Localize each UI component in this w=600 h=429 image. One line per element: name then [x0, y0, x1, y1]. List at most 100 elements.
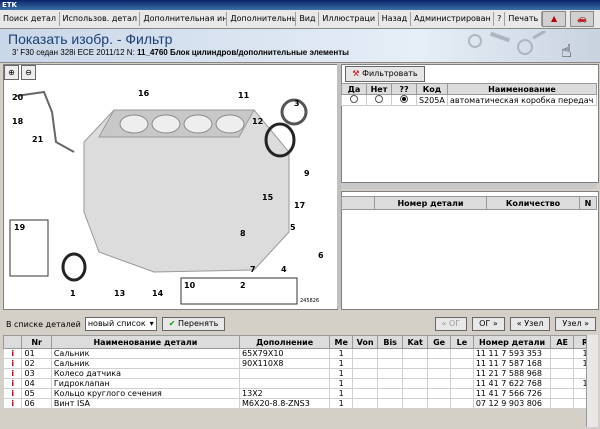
table-row[interactable]: i 02 Сальник 90X110X8 1 11 11 7 587 168 …	[2, 358, 597, 369]
info-icon[interactable]: i	[2, 398, 23, 409]
row-number: 11 41 7 566 726	[472, 388, 552, 399]
filter-code: S205A	[416, 94, 448, 106]
page-title: Показать изобр. - Фильтр	[8, 31, 173, 47]
list-select[interactable]: новый список ▾	[84, 317, 157, 331]
car-icon[interactable]: 🚗	[570, 11, 595, 27]
col-number[interactable]: Номер детали	[472, 335, 552, 349]
zoom-in-icon[interactable]: ⊕	[4, 65, 19, 80]
menu-illustrations[interactable]: Иллюстраци	[319, 12, 379, 26]
page-header: Показать изобр. - Фильтр 3' F30 седан 32…	[0, 29, 600, 63]
info-icon[interactable]: i	[2, 388, 23, 399]
col-n[interactable]: N	[579, 196, 597, 210]
row-nr: 01	[21, 348, 52, 359]
callout-20: 20	[12, 93, 24, 102]
col-quantity[interactable]: Количество	[485, 196, 581, 210]
col-bis[interactable]: Bis	[377, 335, 404, 349]
oil-pipe	[15, 90, 75, 153]
col-supplement[interactable]: Дополнение	[239, 335, 331, 349]
filter-row[interactable]: S205A автоматическая коробка передач	[341, 94, 597, 106]
menu-search-part[interactable]: Поиск детал	[0, 12, 60, 26]
table-row[interactable]: i 01 Сальник 65X79X10 1 11 11 7 593 353 …	[2, 348, 597, 359]
col-no[interactable]: Нет	[366, 83, 392, 95]
menu-admin[interactable]: Администрирован	[411, 12, 495, 26]
col-part-number[interactable]: Номер детали	[374, 196, 487, 210]
cylinder-1	[119, 114, 149, 134]
col-name[interactable]: Наименование	[447, 83, 597, 95]
menu-additional-info[interactable]: Дополнительная ин	[140, 12, 228, 26]
image-code: 245826	[300, 298, 319, 304]
col-ge[interactable]: Ge	[427, 335, 451, 349]
menu-help[interactable]: ?	[494, 12, 506, 26]
col-le[interactable]: Le	[450, 335, 474, 349]
callout-15: 15	[262, 193, 274, 202]
parts-list-header: Nr Наименование детали Дополнение Me Von…	[2, 335, 597, 349]
hand-cursor-icon: ☝	[561, 41, 572, 62]
prev-group-button[interactable]: « ОГ	[434, 317, 468, 331]
next-group-button[interactable]: ОГ »	[472, 317, 505, 331]
callout-11: 11	[238, 91, 250, 100]
menu-back[interactable]: Назад	[379, 12, 411, 26]
col-kat[interactable]: Kat	[402, 335, 429, 349]
filter-button[interactable]: ⚒ Фильтровать	[345, 66, 425, 82]
table-row[interactable]: i 06 Винт ISA M6X20-8.8-ZNS3 1 07 12 9 9…	[2, 398, 597, 409]
table-row[interactable]: i 04 Гидроклапан 1 11 41 7 622 768 1	[2, 378, 597, 389]
col-unknown[interactable]: ??	[391, 83, 417, 95]
callout-21: 21	[32, 135, 44, 144]
info-icon[interactable]: i	[2, 358, 23, 369]
col-yes[interactable]: Да	[341, 83, 367, 95]
menu-bar: Поиск детал Использов. детал Дополнитель…	[0, 10, 600, 29]
col-nr[interactable]: Nr	[21, 335, 52, 349]
callout-18: 18	[12, 117, 24, 126]
table-scrollbar[interactable]	[586, 335, 598, 427]
cylinder-3	[183, 114, 213, 134]
parts-list-table: Nr Наименование детали Дополнение Me Von…	[2, 335, 597, 409]
warning-icon[interactable]: ▲	[542, 11, 567, 27]
radio-unknown[interactable]	[391, 94, 417, 106]
radio-yes[interactable]	[341, 94, 367, 106]
menu-additional[interactable]: Дополнительны	[227, 12, 297, 26]
callout-2: 2	[240, 281, 246, 290]
menu-usage-part[interactable]: Использов. детал	[60, 12, 141, 26]
row-me: 1	[329, 398, 354, 409]
row-number: 11 21 7 588 968	[472, 368, 552, 379]
transfer-button[interactable]: ✔ Перенять	[161, 317, 226, 331]
row-me: 1	[329, 348, 354, 359]
col-blank[interactable]	[341, 196, 375, 210]
zoom-out-icon[interactable]: ⊖	[21, 65, 36, 80]
menu-view[interactable]: Вид	[296, 12, 320, 26]
info-icon[interactable]: i	[2, 368, 23, 379]
row-nr: 06	[21, 398, 52, 409]
callout-13: 13	[114, 289, 125, 298]
callout-14: 14	[152, 289, 164, 298]
callout-10: 10	[184, 281, 196, 290]
info-icon[interactable]: i	[2, 378, 23, 389]
callout-19: 19	[14, 223, 26, 232]
row-suffix	[239, 368, 331, 379]
col-von[interactable]: Von	[352, 335, 379, 349]
nav-buttons: « ОГ ОГ » « Узел Узел »	[430, 317, 600, 331]
next-node-button[interactable]: Узел »	[555, 317, 596, 331]
info-icon[interactable]: i	[2, 348, 23, 359]
row-number: 11 11 7 587 168	[472, 358, 552, 369]
col-info[interactable]	[2, 335, 23, 349]
row-number: 07 12 9 903 806	[472, 398, 552, 409]
cylinder-2	[151, 114, 181, 134]
col-ae[interactable]: AE	[550, 335, 575, 349]
col-me[interactable]: Me	[329, 335, 354, 349]
engine-block-diagram[interactable]: 20 18 21 16 11 12 3 9 15 17 8 5 6 7 4 1 …	[4, 82, 334, 306]
col-part-name[interactable]: Наименование детали	[50, 335, 241, 349]
subtitle-code: 11_4760	[137, 48, 168, 57]
row-number: 11 41 7 622 768	[472, 378, 552, 389]
horizontal-splitter[interactable]	[341, 183, 597, 189]
menu-print[interactable]: Печать	[505, 12, 543, 26]
filter-name: автоматическая коробка передач	[447, 94, 597, 106]
subtitle-group: Блок цилиндров/дополнительные элементы	[167, 48, 349, 57]
app-title: ETK	[2, 1, 17, 9]
radio-no[interactable]	[366, 94, 392, 106]
table-row[interactable]: i 05 Кольцо круглого сечения 13X2 1 11 4…	[2, 388, 597, 399]
list-label: В списке деталей	[6, 319, 81, 329]
col-code[interactable]: Код	[416, 83, 448, 95]
callout-6: 6	[318, 251, 324, 260]
table-row[interactable]: i 03 Колесо датчика 1 11 21 7 588 968	[2, 368, 597, 379]
prev-node-button[interactable]: « Узел	[509, 317, 551, 331]
